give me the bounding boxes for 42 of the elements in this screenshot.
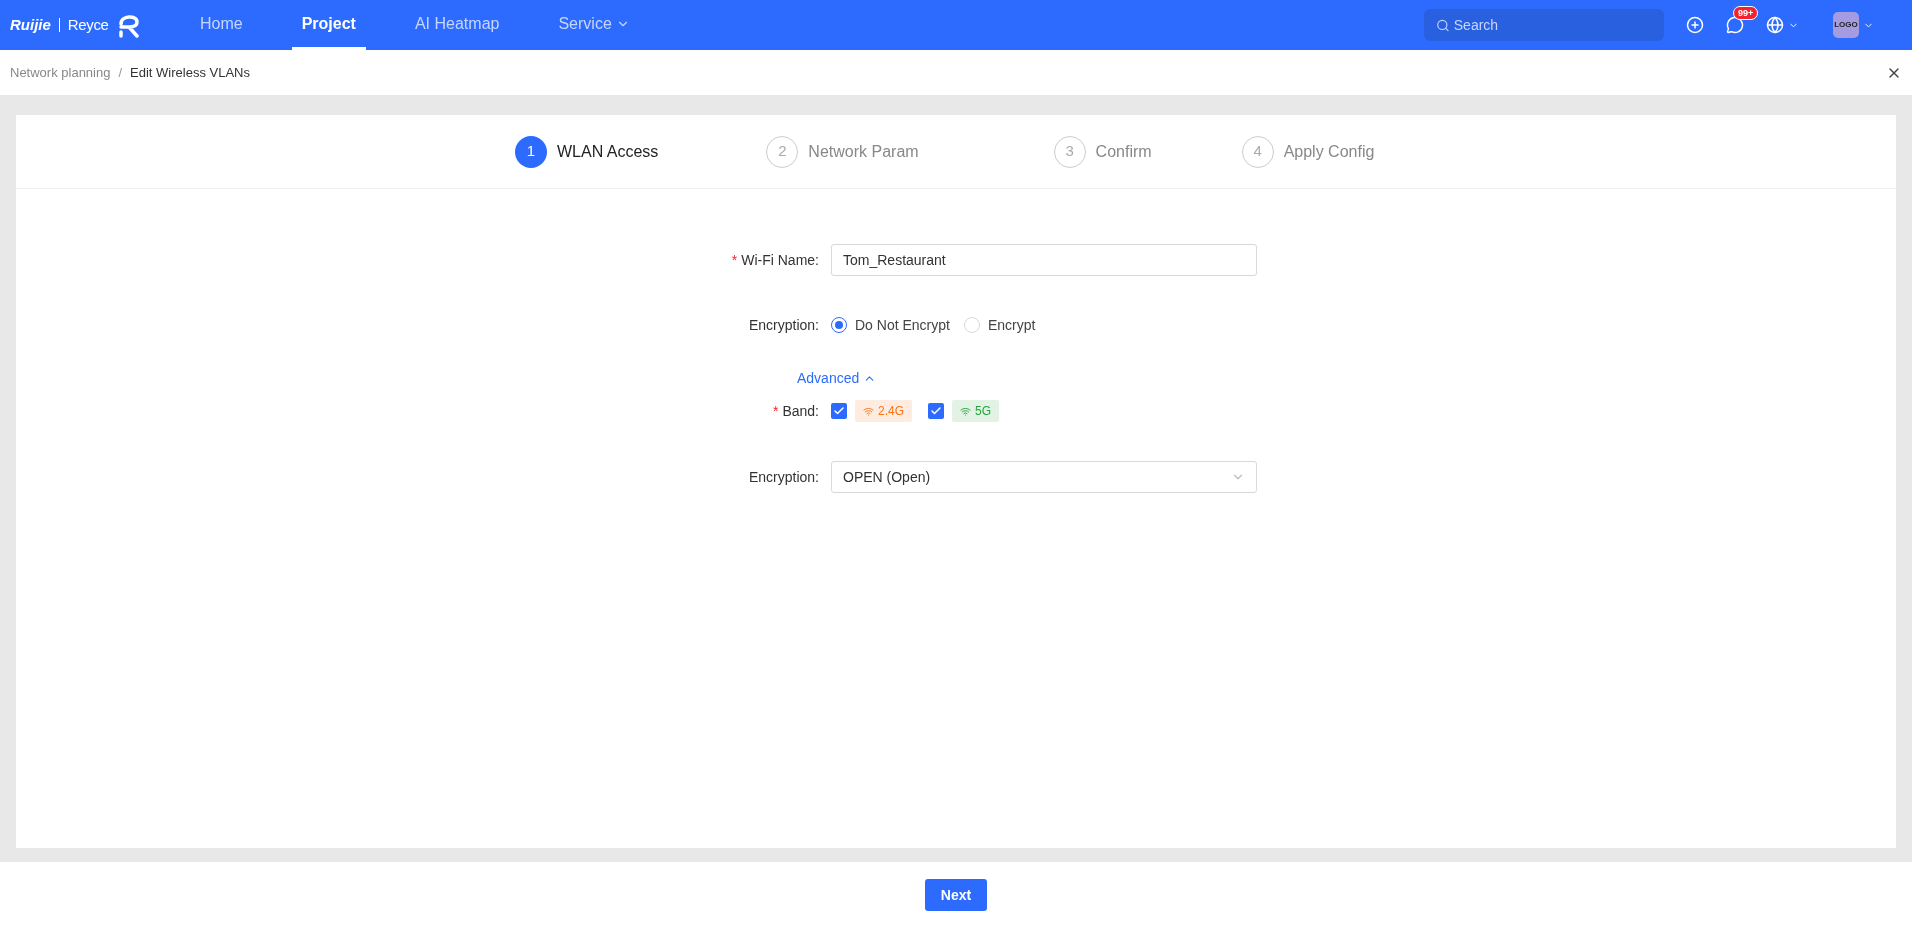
check-icon bbox=[833, 405, 845, 417]
field-label: Encryption: bbox=[748, 315, 819, 335]
nav-tab[interactable]: Service bbox=[548, 0, 640, 50]
field-label: Wi-Fi Name: bbox=[741, 250, 819, 270]
field-label: Encryption: bbox=[748, 467, 819, 487]
checkbox[interactable] bbox=[928, 403, 944, 419]
add-icon[interactable] bbox=[1686, 16, 1704, 34]
brand-name: Ruijie bbox=[10, 14, 51, 35]
logo-icon bbox=[116, 12, 141, 38]
breadcrumb-item[interactable]: Network planning bbox=[10, 62, 111, 83]
search-field[interactable]: Search bbox=[1424, 9, 1664, 41]
advanced-toggle[interactable]: Advanced bbox=[797, 368, 877, 389]
step-label: Apply Config bbox=[1283, 141, 1375, 162]
globe-icon[interactable] bbox=[1766, 16, 1784, 34]
checkbox[interactable] bbox=[831, 403, 847, 419]
encryption-select[interactable]: OPEN (Open) bbox=[831, 461, 1257, 493]
step-label: Confirm bbox=[1095, 141, 1152, 162]
message-icon[interactable] bbox=[1726, 16, 1744, 34]
band-tag: 2.4G bbox=[855, 400, 912, 422]
breadcrumb-separator: / bbox=[118, 63, 123, 82]
step-number: 1 bbox=[515, 135, 547, 168]
step-label: WLAN Access bbox=[557, 141, 659, 162]
radio-option[interactable]: Do Not Encrypt bbox=[831, 314, 950, 336]
wifi-icon bbox=[960, 405, 971, 417]
check-icon bbox=[930, 405, 942, 417]
band-tag: 5G bbox=[952, 400, 1000, 422]
nav-tab[interactable]: Home bbox=[190, 0, 253, 50]
nav-tab[interactable]: AI Heatmap bbox=[404, 0, 510, 50]
breadcrumb-item: Edit Wireless VLANs bbox=[130, 63, 250, 82]
field-label: Band: bbox=[782, 401, 819, 421]
next-button[interactable]: Next bbox=[924, 879, 988, 911]
radio-option[interactable]: Encrypt bbox=[963, 314, 1036, 336]
search-input[interactable]: Search bbox=[1453, 14, 1652, 36]
notification-badge: 99+ bbox=[1733, 6, 1759, 20]
step-label: Network Param bbox=[808, 141, 919, 162]
avatar[interactable]: LOGO bbox=[1833, 12, 1859, 38]
product-name: Reyce bbox=[67, 14, 109, 35]
required-mark: * bbox=[731, 250, 738, 270]
required-mark: * bbox=[772, 401, 779, 421]
wifi-icon bbox=[863, 405, 874, 417]
search-icon bbox=[1436, 17, 1450, 33]
wifi-name-field[interactable]: Tom_Restaurant bbox=[831, 244, 1257, 276]
